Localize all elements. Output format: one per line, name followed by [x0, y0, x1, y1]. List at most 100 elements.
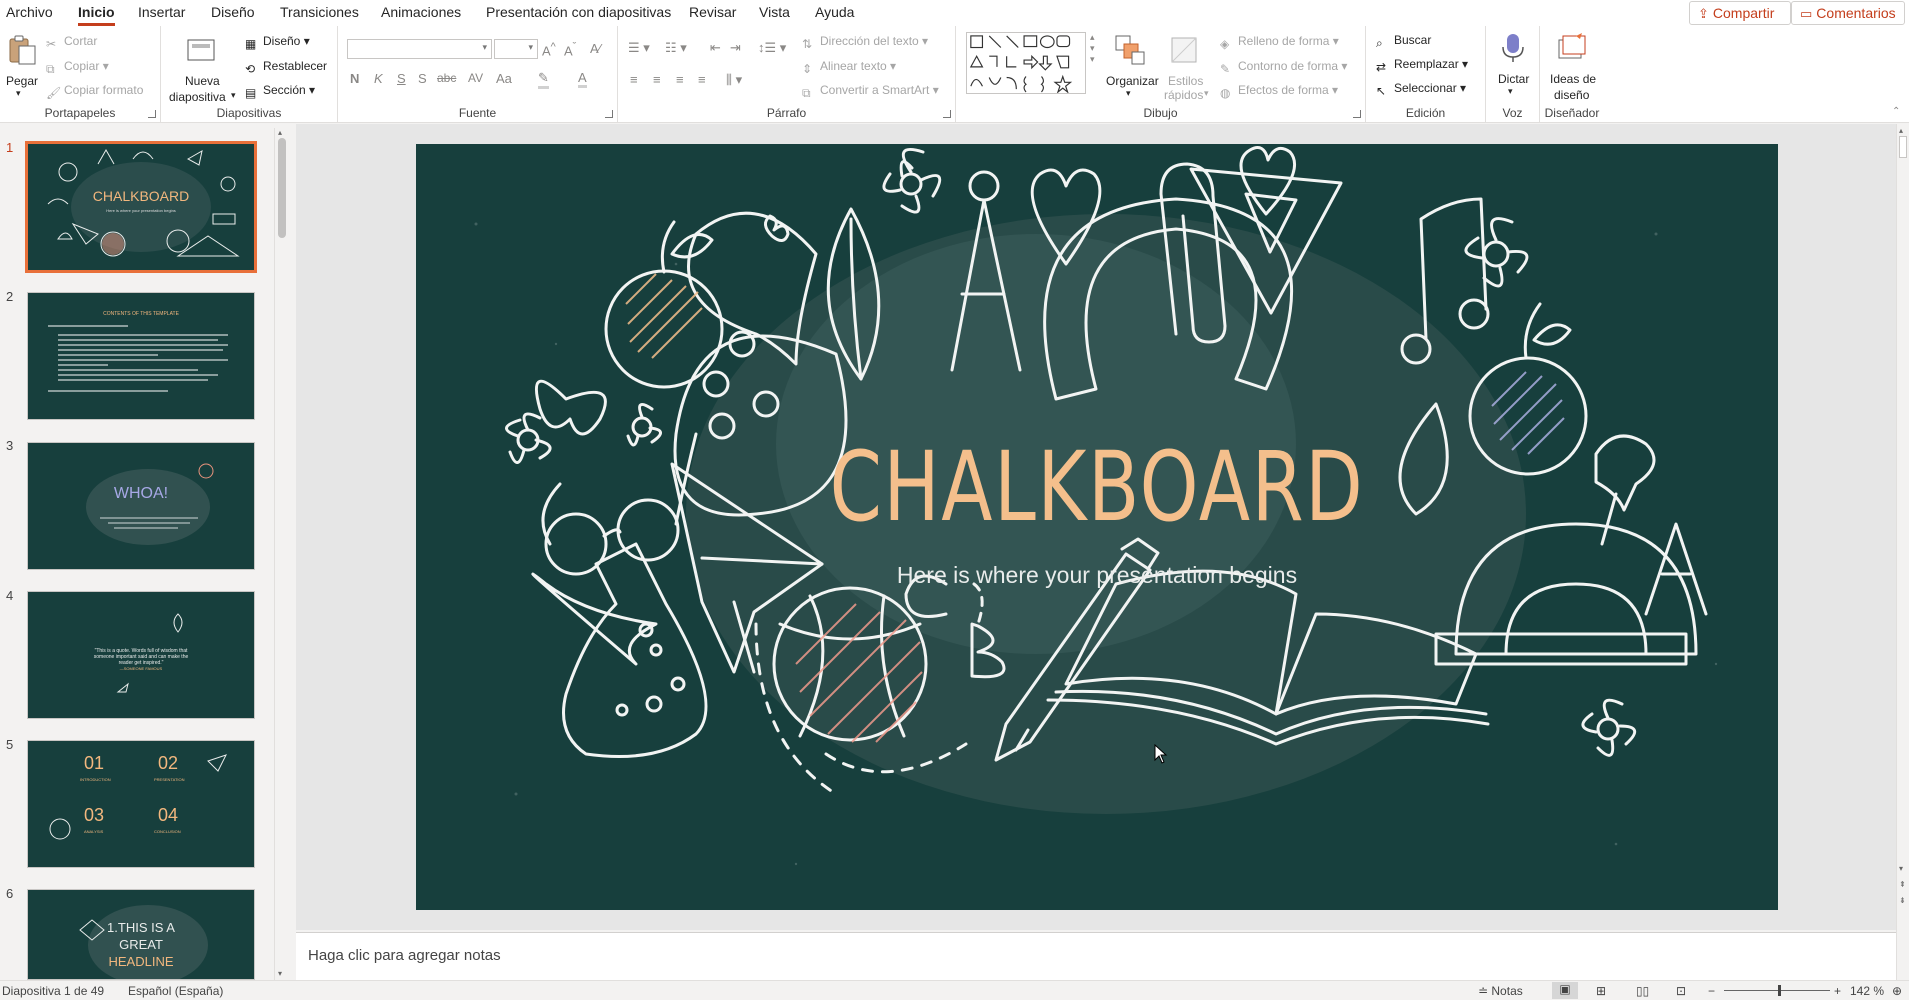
section-button[interactable]: ▤ Sección ▾ [245, 83, 315, 100]
underline-button[interactable]: S [397, 71, 406, 86]
scroll-down-icon[interactable]: ▾ [1899, 864, 1903, 873]
normal-view-button[interactable]: ▣ [1552, 982, 1578, 999]
select-button[interactable]: ↖ Seleccionar ▾ [1376, 81, 1466, 98]
dialog-launcher-icon[interactable] [943, 110, 951, 118]
format-painter-button[interactable]: 🖌 Copiar formato [46, 83, 143, 100]
reset-button[interactable]: ⟲ Restablecer [245, 59, 327, 76]
slide-thumbnail-5[interactable]: 01 02 INTRODUCTION PRESENTATION 03 04 AN… [27, 740, 255, 868]
notes-toggle[interactable]: ≐ Notas [1478, 984, 1523, 998]
italic-button[interactable]: K [374, 71, 383, 86]
grow-font-icon[interactable]: A^ [542, 41, 556, 58]
scroll-down-icon[interactable]: ▾ [278, 969, 282, 978]
slide-canvas[interactable]: CHALKBOARD Here is where your presentati… [416, 144, 1778, 910]
layout-button[interactable]: ▦ Diseño ▾ [245, 34, 310, 51]
replace-button[interactable]: ⇄ Reemplazar ▾ [1376, 57, 1468, 74]
scroll-up-icon[interactable]: ▴ [278, 128, 282, 137]
arrange-button[interactable]: Organizar ▾ [1106, 32, 1159, 102]
tab-insertar[interactable]: Insertar [138, 4, 185, 20]
numbering-icon[interactable]: ☷ ▾ [665, 40, 687, 56]
increase-indent-icon[interactable]: ⇥ [730, 40, 741, 56]
align-left-icon[interactable]: ≡ [630, 72, 638, 87]
clear-format-icon[interactable]: A⁄ [590, 41, 601, 56]
shape-fill-button[interactable]: ◈ Relleno de forma ▾ [1220, 34, 1339, 51]
slide-title[interactable]: CHALKBOARD [566, 431, 1628, 543]
quick-styles-button[interactable]: Estilos rápidos ▾ [1160, 32, 1210, 102]
share-button[interactable]: ⇪ Compartir [1689, 1, 1791, 25]
bullets-icon[interactable]: ☰ ▾ [628, 40, 650, 56]
slide-thumbnail-6[interactable]: 1.THIS IS A GREAT HEADLINE [27, 889, 255, 980]
design-ideas-button[interactable]: Ideas de diseño [1544, 30, 1600, 102]
dialog-launcher-icon[interactable] [605, 110, 613, 118]
collapse-ribbon-icon[interactable]: ⌃ [1892, 106, 1900, 117]
highlight-icon[interactable]: ✎ [538, 70, 549, 89]
shape-outline-button[interactable]: ✎ Contorno de forma ▾ [1220, 59, 1347, 76]
new-slide-button[interactable]: Nueva diapositiva ▾ [169, 32, 236, 104]
copy-button[interactable]: ⧉ Copiar ▾ [46, 59, 109, 76]
tab-inicio[interactable]: Inicio [78, 4, 115, 26]
smartart-button[interactable]: ⧉ Convertir a SmartArt ▾ [802, 83, 939, 100]
slide-thumbnail-4[interactable]: "This is a quote. Words full of wisdom t… [27, 591, 255, 719]
strikethrough-button[interactable]: abc [437, 71, 456, 85]
next-slide-icon[interactable]: ⇟ [1899, 896, 1906, 905]
line-spacing-icon[interactable]: ↕☰ ▾ [758, 40, 786, 56]
chevron-down-icon: ▾ [482, 42, 487, 52]
scrollbar-thumb[interactable] [278, 138, 286, 238]
dictate-button[interactable]: Dictar ▾ [1490, 30, 1536, 102]
zoom-in-button[interactable]: + [1834, 984, 1841, 998]
tab-vista[interactable]: Vista [759, 4, 790, 20]
font-name-dropdown[interactable]: ▾ [347, 39, 492, 59]
slide-thumbnail-1[interactable]: CHALKBOARD Here is where your presentati… [25, 141, 257, 273]
slide-thumbnail-2[interactable]: CONTENTS OF THIS TEMPLATE [27, 292, 255, 420]
tab-diseno[interactable]: Diseño [211, 4, 255, 20]
zoom-slider[interactable] [1724, 990, 1830, 991]
justify-icon[interactable]: ≡ [698, 72, 706, 87]
bold-button[interactable]: N [350, 71, 359, 86]
tab-ayuda[interactable]: Ayuda [815, 4, 854, 20]
align-text-button[interactable]: ⇕ Alinear texto ▾ [802, 59, 896, 76]
text-direction-button[interactable]: ⇅ Dirección del texto ▾ [802, 34, 928, 51]
thumbnails-scrollbar[interactable]: ▴ ▾ [274, 128, 288, 980]
comments-button[interactable]: ▭ Comentarios [1791, 1, 1905, 25]
scroll-up-icon[interactable]: ▴ [1899, 126, 1903, 135]
shrink-font-icon[interactable]: Aˇ [564, 41, 576, 58]
paste-button[interactable]: Pegar ▾ [4, 32, 40, 102]
notes-pane[interactable]: Haga clic para agregar notas [296, 932, 1896, 980]
group-drawing: ▴ ▾ ▾ Organizar ▾ Estilos rápidos ▾ ◈ Relle… [956, 26, 1366, 123]
paste-icon [9, 35, 36, 65]
fit-to-window-icon[interactable]: ⊕ [1892, 984, 1902, 998]
char-spacing-button[interactable]: AV [468, 71, 483, 85]
change-case-button[interactable]: Aa [496, 71, 512, 86]
editor-scrollbar[interactable]: ▴ ▾ ⇞ ⇟ [1896, 124, 1909, 980]
dialog-launcher-icon[interactable] [148, 110, 156, 118]
shape-effects-button[interactable]: ◍ Efectos de forma ▾ [1220, 83, 1338, 100]
cut-button[interactable]: ✂ Cortar [46, 34, 97, 51]
shapes-gallery[interactable] [966, 32, 1086, 94]
tab-revisar[interactable]: Revisar [689, 4, 736, 20]
tab-animaciones[interactable]: Animaciones [381, 4, 461, 20]
decrease-indent-icon[interactable]: ⇤ [710, 40, 721, 56]
columns-icon[interactable]: ⫼ ▾ [726, 72, 742, 88]
reading-view-button[interactable]: ▯▯ [1636, 984, 1649, 998]
dialog-launcher-icon[interactable] [1353, 110, 1361, 118]
find-button[interactable]: ⌕ Buscar [1376, 33, 1431, 50]
tab-archivo[interactable]: Archivo [6, 4, 53, 20]
scrollbar-thumb[interactable] [1899, 136, 1907, 158]
slide-subtitle[interactable]: Here is where your presentation begins [416, 562, 1778, 589]
align-center-icon[interactable]: ≡ [653, 72, 661, 87]
font-size-dropdown[interactable]: ▾ [494, 39, 538, 59]
gallery-scroll-icon[interactable]: ▴ ▾ ▾ [1090, 32, 1095, 65]
shadow-button[interactable]: S [418, 71, 427, 86]
tab-presentacion[interactable]: Presentación con diapositivas [486, 4, 671, 20]
tab-transiciones[interactable]: Transiciones [280, 4, 359, 20]
slide-thumbnail-3[interactable]: WHOA! [27, 442, 255, 570]
slide-sorter-button[interactable]: ⊞ [1596, 984, 1606, 998]
language-indicator[interactable]: Español (España) [128, 984, 223, 998]
zoom-slider-handle[interactable] [1778, 985, 1781, 996]
previous-slide-icon[interactable]: ⇞ [1899, 880, 1906, 889]
font-color-icon[interactable]: A [578, 70, 587, 88]
slideshow-button[interactable]: ⊡ [1676, 984, 1686, 998]
align-right-icon[interactable]: ≡ [676, 72, 684, 87]
zoom-out-button[interactable]: − [1708, 984, 1715, 998]
zoom-level[interactable]: 142 % [1850, 984, 1884, 998]
share-icon: ⇪ [1698, 6, 1709, 21]
